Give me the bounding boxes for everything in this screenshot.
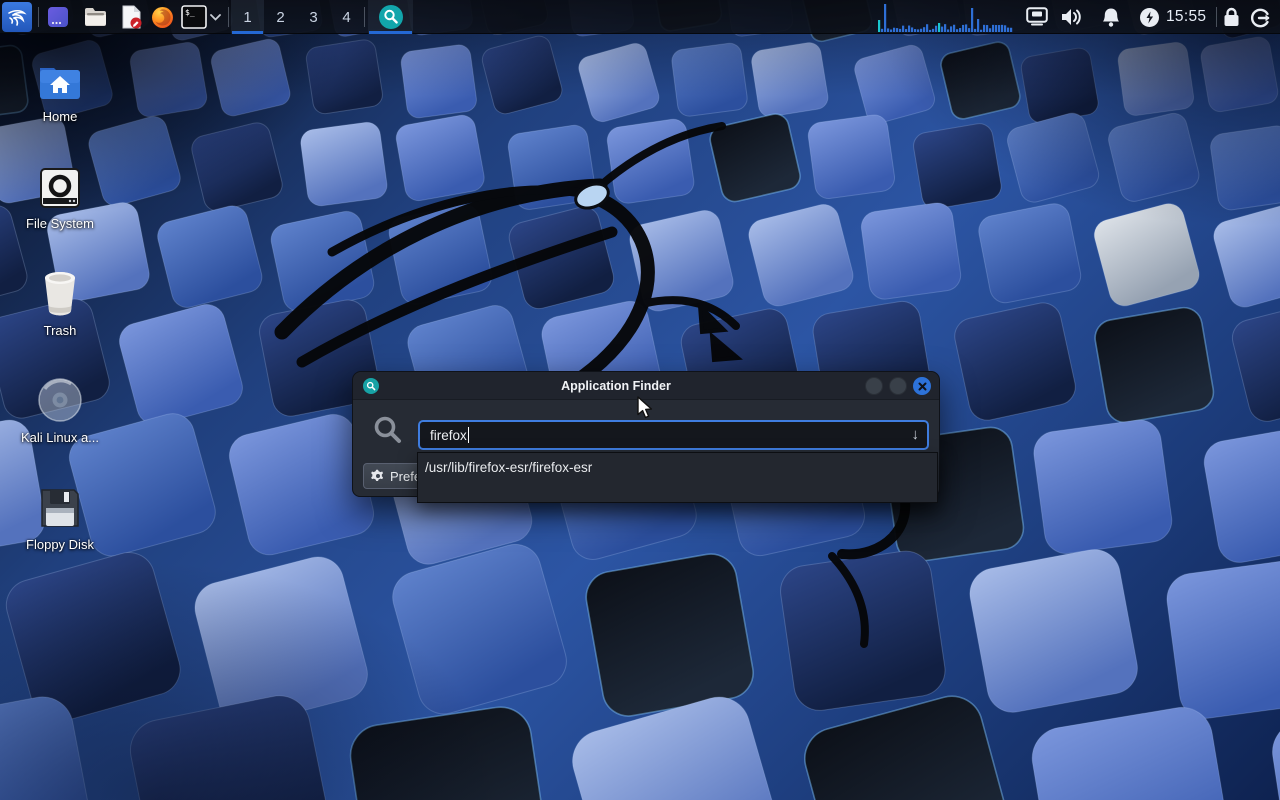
kali-menu-icon — [6, 6, 28, 28]
launcher-terminal[interactable]: $_ — [181, 5, 207, 29]
desktop-icon-label: Kali Linux a... — [12, 430, 108, 445]
workspace-1[interactable]: 1 — [231, 0, 264, 34]
desktop-icon-filesystem[interactable]: File System — [12, 163, 108, 231]
bell-icon — [1101, 7, 1121, 28]
filesystem-drive-icon — [12, 163, 108, 209]
trash-icon — [12, 270, 108, 316]
app-finder-icon — [378, 4, 404, 30]
panel-separator — [38, 7, 39, 27]
finder-window-icon — [363, 378, 379, 394]
panel-separator — [364, 7, 365, 27]
tray-power-manager[interactable] — [1139, 7, 1160, 28]
network-icon — [1026, 7, 1048, 26]
desktop-icon-floppy[interactable]: Floppy Disk — [12, 484, 108, 552]
text-editor-icon — [121, 5, 143, 29]
home-folder-icon — [12, 56, 108, 102]
finder-title: Application Finder — [383, 372, 849, 400]
desktop-icon-kali-cd[interactable]: Kali Linux a... — [12, 377, 108, 445]
search-input-value: firefox — [430, 428, 467, 443]
firefox-icon — [151, 6, 174, 29]
power-manager-icon — [1139, 7, 1160, 28]
desktop-icon-label: Floppy Disk — [12, 537, 108, 552]
tray-volume[interactable] — [1060, 7, 1084, 27]
desktop-icon-label: File System — [12, 216, 108, 231]
workspace-4[interactable]: 4 — [330, 0, 363, 34]
desktop-icon-trash[interactable]: Trash — [12, 270, 108, 338]
lock-icon — [1223, 7, 1240, 27]
file-manager-icon — [84, 7, 107, 27]
desktop-icon-label: Trash — [12, 323, 108, 338]
cpu-graph[interactable] — [878, 2, 1015, 32]
tray-lock-screen[interactable] — [1223, 7, 1240, 27]
search-icon — [371, 414, 405, 448]
launcher-file-manager[interactable] — [83, 5, 107, 29]
disc-icon — [12, 377, 108, 423]
applications-menu-button[interactable] — [2, 2, 32, 32]
gear-icon — [371, 469, 385, 483]
taskbar-application-finder[interactable] — [368, 0, 413, 34]
tray-logout[interactable] — [1249, 7, 1271, 29]
close-button[interactable] — [913, 377, 931, 395]
desktop-window-icon — [47, 6, 69, 28]
completion-popup: /usr/lib/firefox-esr/firefox-esr — [417, 452, 938, 503]
close-icon — [918, 382, 927, 391]
panel-clock[interactable]: 15:55 — [1166, 0, 1206, 34]
launcher-firefox[interactable] — [150, 5, 174, 29]
top-panel: $_ 1 2 3 4 — [0, 0, 1280, 34]
text-caret — [468, 427, 469, 443]
floppy-icon — [12, 484, 108, 530]
tray-network[interactable] — [1026, 7, 1048, 26]
svg-text:$_: $_ — [185, 8, 195, 17]
volume-icon — [1060, 7, 1084, 27]
workspace-2[interactable]: 2 — [264, 0, 297, 34]
minimize-button[interactable] — [865, 377, 883, 395]
terminal-icon: $_ — [181, 5, 207, 29]
chevron-down-icon — [210, 14, 221, 21]
mouse-cursor — [637, 396, 659, 420]
terminal-dropdown-chevron[interactable] — [208, 5, 222, 29]
tray-notifications[interactable] — [1101, 7, 1121, 28]
completion-item[interactable]: /usr/lib/firefox-esr/firefox-esr — [418, 453, 937, 483]
maximize-button[interactable] — [889, 377, 907, 395]
search-input[interactable]: firefox ↓ — [418, 420, 929, 450]
desktop-icon-label: Home — [12, 109, 108, 124]
workspace-3[interactable]: 3 — [297, 0, 330, 34]
launcher-text-editor[interactable] — [120, 5, 144, 29]
entry-dropdown-arrow-icon[interactable]: ↓ — [912, 426, 920, 443]
logout-icon — [1249, 7, 1271, 29]
launcher-desktop-settings[interactable] — [46, 5, 70, 29]
desktop-icon-home[interactable]: Home — [12, 56, 108, 124]
panel-separator — [1216, 7, 1217, 27]
panel-separator — [228, 7, 229, 27]
